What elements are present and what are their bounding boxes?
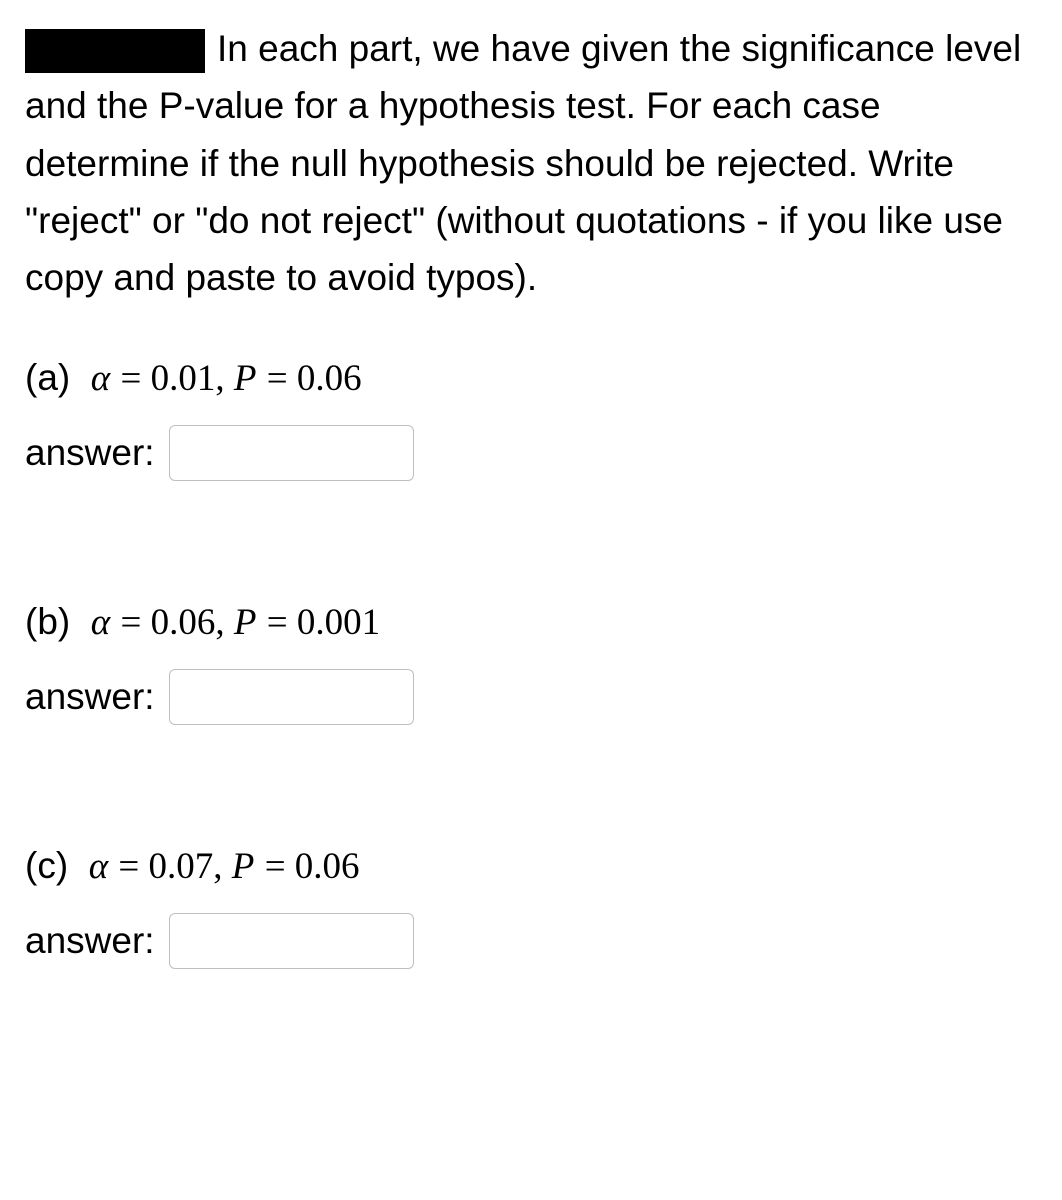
part-c-label: (c) <box>25 845 68 886</box>
part-c-alpha: α <box>89 846 108 887</box>
part-c-answer-input[interactable] <box>169 913 414 969</box>
part-a-alpha: α <box>91 358 110 399</box>
part-b-label: (b) <box>25 601 70 642</box>
part-a-alpha-eq: = 0.01, <box>121 358 234 399</box>
part-b-answer-row: answer: <box>25 669 1037 725</box>
part-c-statement: (c) α = 0.07, P = 0.06 <box>25 845 1037 888</box>
part-a: (a) α = 0.01, P = 0.06 answer: <box>25 357 1037 481</box>
part-b-answer-input[interactable] <box>169 669 414 725</box>
part-a-p-eq: = 0.06 <box>267 358 362 399</box>
part-a-answer-input[interactable] <box>169 425 414 481</box>
part-b: (b) α = 0.06, P = 0.001 answer: <box>25 601 1037 725</box>
part-a-answer-label: answer: <box>25 432 155 474</box>
question-intro: In each part, we have given the signific… <box>25 20 1037 307</box>
redaction-box <box>25 29 205 73</box>
part-c-alpha-eq: = 0.07, <box>118 846 231 887</box>
part-c-p: P <box>232 846 255 887</box>
part-a-label: (a) <box>25 357 70 398</box>
part-c-answer-row: answer: <box>25 913 1037 969</box>
part-a-p: P <box>234 358 257 399</box>
part-b-answer-label: answer: <box>25 676 155 718</box>
part-b-p: P <box>234 602 257 643</box>
part-b-alpha: α <box>91 602 110 643</box>
part-a-answer-row: answer: <box>25 425 1037 481</box>
part-b-statement: (b) α = 0.06, P = 0.001 <box>25 601 1037 644</box>
part-a-statement: (a) α = 0.01, P = 0.06 <box>25 357 1037 400</box>
part-b-p-eq: = 0.001 <box>267 602 380 643</box>
part-b-alpha-eq: = 0.06, <box>121 602 234 643</box>
part-c-p-eq: = 0.06 <box>265 846 360 887</box>
part-c: (c) α = 0.07, P = 0.06 answer: <box>25 845 1037 969</box>
part-c-answer-label: answer: <box>25 920 155 962</box>
